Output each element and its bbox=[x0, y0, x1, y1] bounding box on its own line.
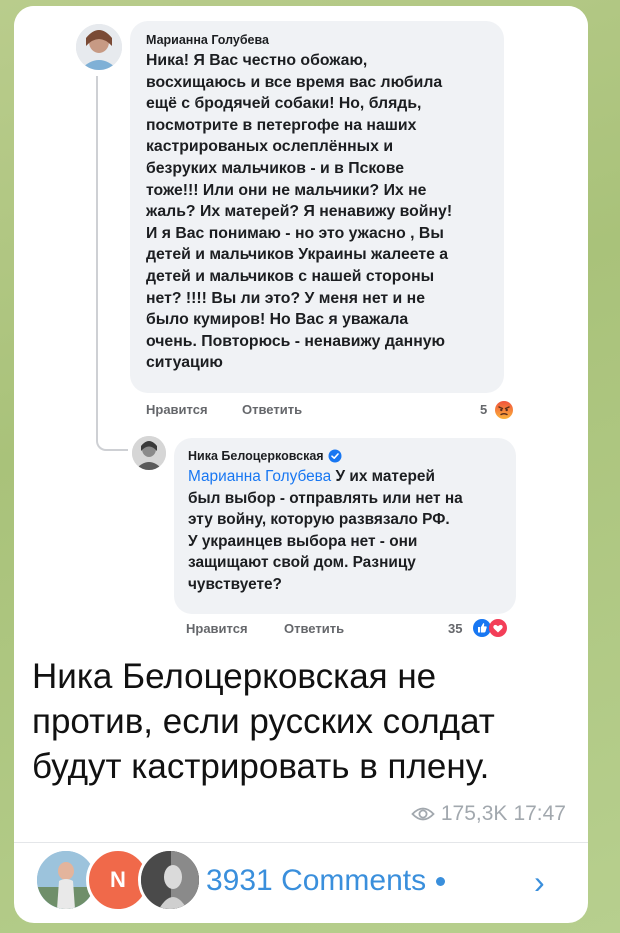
view-count: 175,3K bbox=[440, 802, 508, 825]
reply-line: защищают свой дом. Разницу bbox=[188, 554, 416, 572]
post-time: 17:47 bbox=[513, 802, 566, 825]
post-caption: Ника Белоцерковская не против, если русс… bbox=[32, 654, 572, 789]
comment-line: детей и мальчиков с нашей стороны bbox=[146, 267, 435, 285]
comment-line: детей и мальчиков Украины жалеете а bbox=[146, 246, 449, 264]
comment-bubble: Марианна Голубева Ника! Я Вас честно обо… bbox=[130, 21, 504, 393]
reaction-count[interactable]: 35 bbox=[448, 621, 462, 636]
reply-line: был выбор - отправлять или нет на bbox=[188, 489, 463, 507]
reply-first-line: Марианна Голубева У их матерей bbox=[188, 466, 504, 488]
like-button[interactable]: Нравится bbox=[186, 621, 248, 636]
mention-link[interactable]: Марианна Голубева bbox=[188, 468, 331, 485]
eye-icon bbox=[411, 807, 435, 821]
comment-text: Ника! Я Вас честно обожаю, восхищаюсь и … bbox=[146, 50, 490, 374]
user-photo-icon bbox=[141, 851, 199, 909]
avatar bbox=[132, 436, 166, 470]
comment-line: посмотрите в петергофе на наших bbox=[146, 116, 417, 134]
user-photo-icon bbox=[132, 436, 166, 470]
avatar bbox=[76, 24, 122, 70]
comment-line: Ника! Я Вас честно обожаю, bbox=[146, 52, 368, 69]
commenter-avatar bbox=[138, 848, 202, 912]
comments-count-label[interactable]: 3931 Comments bbox=[206, 864, 426, 898]
verified-badge-icon bbox=[328, 449, 342, 463]
reply-line: У их матерей bbox=[331, 468, 435, 485]
reaction-count[interactable]: 5 bbox=[480, 402, 487, 417]
comment-line: жаль? Их матерей? Я ненавижу войну! bbox=[146, 203, 453, 221]
reply-bubble: Ника Белоцерковская Марианна Голубева У … bbox=[174, 438, 516, 614]
caption-line: против, если русских солдат bbox=[32, 702, 495, 741]
chevron-right-icon[interactable]: › bbox=[534, 864, 545, 901]
reply-line: чувствуете? bbox=[188, 575, 282, 593]
angry-reaction-icon[interactable] bbox=[494, 400, 514, 420]
like-button[interactable]: Нравится bbox=[146, 402, 208, 417]
reply-author-row: Ника Белоцерковская bbox=[188, 449, 504, 463]
comment-line: ещё с бродячей собаки! Но, блядь, bbox=[146, 95, 422, 113]
comment-line: И я Вас понимаю - но это ужасно , Вы bbox=[146, 224, 444, 242]
avatar-initial-icon: N bbox=[110, 867, 126, 892]
post-meta: 175,3K 17:47 bbox=[411, 802, 566, 826]
comment-line: восхищаюсь и все время вас любила bbox=[146, 73, 443, 91]
comment-line: очень. Повторюсь - ненавижу данную bbox=[146, 332, 446, 350]
message-card: Марианна Голубева Ника! Я Вас честно обо… bbox=[14, 6, 588, 923]
reply-author[interactable]: Ника Белоцерковская bbox=[188, 449, 324, 463]
reply-line: эту войну, которую развязало РФ. bbox=[188, 511, 450, 529]
unread-dot-icon bbox=[436, 876, 446, 886]
comment-line: кастрированых ослеплённых и bbox=[146, 138, 394, 156]
user-photo-icon bbox=[76, 24, 122, 70]
reply-button[interactable]: Ответить bbox=[242, 402, 302, 417]
comment-line: ситуацию bbox=[146, 354, 223, 372]
reply-thread-line bbox=[96, 76, 128, 451]
divider bbox=[14, 842, 588, 843]
love-reaction-icon[interactable] bbox=[488, 618, 508, 638]
embedded-screenshot: Марианна Голубева Ника! Я Вас честно обо… bbox=[14, 6, 588, 646]
comment-line: было кумиров! Но Вас я уважала bbox=[146, 311, 409, 329]
reply-line: У украинцев выбора нет - они bbox=[188, 532, 418, 550]
caption-line: Ника Белоцерковская не bbox=[32, 657, 437, 696]
reply-button[interactable]: Ответить bbox=[284, 621, 344, 636]
reply-text: Марианна Голубева У их матерей был выбор… bbox=[188, 466, 504, 596]
comment-author[interactable]: Марианна Голубева bbox=[146, 33, 490, 47]
comment-line: тоже!!! Или они не мальчики? Их не bbox=[146, 181, 427, 199]
comment-line: безруких мальчиков - и в Пскове bbox=[146, 159, 404, 177]
comments-link[interactable]: 3931 Comments bbox=[206, 864, 446, 898]
comment-line: нет? !!!! Вы ли это? У меня нет и не bbox=[146, 289, 425, 307]
caption-line: будут кастрировать в плену. bbox=[32, 747, 490, 786]
